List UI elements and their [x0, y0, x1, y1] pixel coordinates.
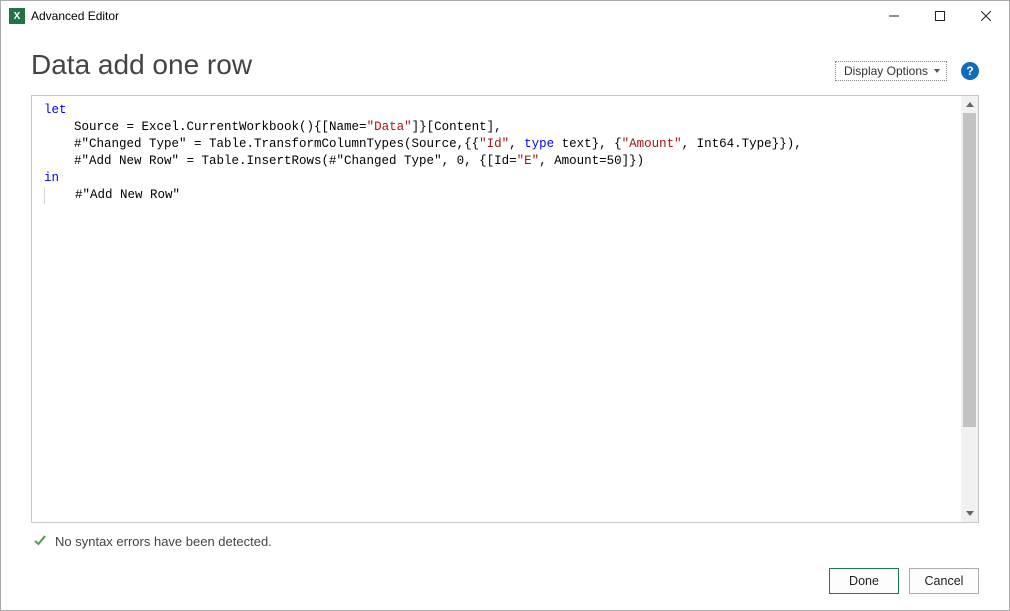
status-message: No syntax errors have been detected.	[55, 534, 272, 549]
check-icon	[33, 533, 47, 550]
minimize-button[interactable]	[871, 1, 917, 31]
done-label: Done	[849, 574, 879, 588]
window-controls	[871, 1, 1009, 31]
done-button[interactable]: Done	[829, 568, 899, 594]
scroll-up-button[interactable]	[961, 96, 978, 113]
content-area: Data add one row Display Options ? let S…	[1, 31, 1009, 562]
page-title: Data add one row	[31, 49, 252, 81]
cancel-label: Cancel	[925, 574, 964, 588]
close-button[interactable]	[963, 1, 1009, 31]
help-icon[interactable]: ?	[961, 62, 979, 80]
keyword-let: let	[44, 103, 67, 117]
triangle-up-icon	[966, 102, 974, 107]
status-row: No syntax errors have been detected.	[31, 523, 979, 550]
advanced-editor-window: Advanced Editor Data add one row Display…	[0, 0, 1010, 611]
triangle-down-icon	[966, 511, 974, 516]
excel-icon	[9, 8, 25, 24]
titlebar: Advanced Editor	[1, 1, 1009, 31]
vertical-scrollbar[interactable]	[961, 96, 978, 522]
display-options-dropdown[interactable]: Display Options	[835, 61, 947, 81]
chevron-down-icon	[934, 69, 940, 73]
footer: Done Cancel	[1, 568, 1009, 610]
scroll-thumb[interactable]	[963, 113, 976, 427]
display-options-label: Display Options	[844, 64, 928, 78]
header-right: Display Options ?	[835, 61, 979, 81]
code-editor-container: let Source = Excel.CurrentWorkbook(){[Na…	[31, 95, 979, 523]
keyword-in: in	[44, 171, 59, 185]
code-editor[interactable]: let Source = Excel.CurrentWorkbook(){[Na…	[32, 96, 961, 522]
scroll-down-button[interactable]	[961, 505, 978, 522]
titlebar-left: Advanced Editor	[1, 8, 871, 24]
maximize-button[interactable]	[917, 1, 963, 31]
header-row: Data add one row Display Options ?	[31, 49, 979, 81]
scroll-track[interactable]	[961, 113, 978, 505]
help-symbol: ?	[966, 64, 973, 78]
window-title: Advanced Editor	[31, 9, 119, 23]
cancel-button[interactable]: Cancel	[909, 568, 979, 594]
